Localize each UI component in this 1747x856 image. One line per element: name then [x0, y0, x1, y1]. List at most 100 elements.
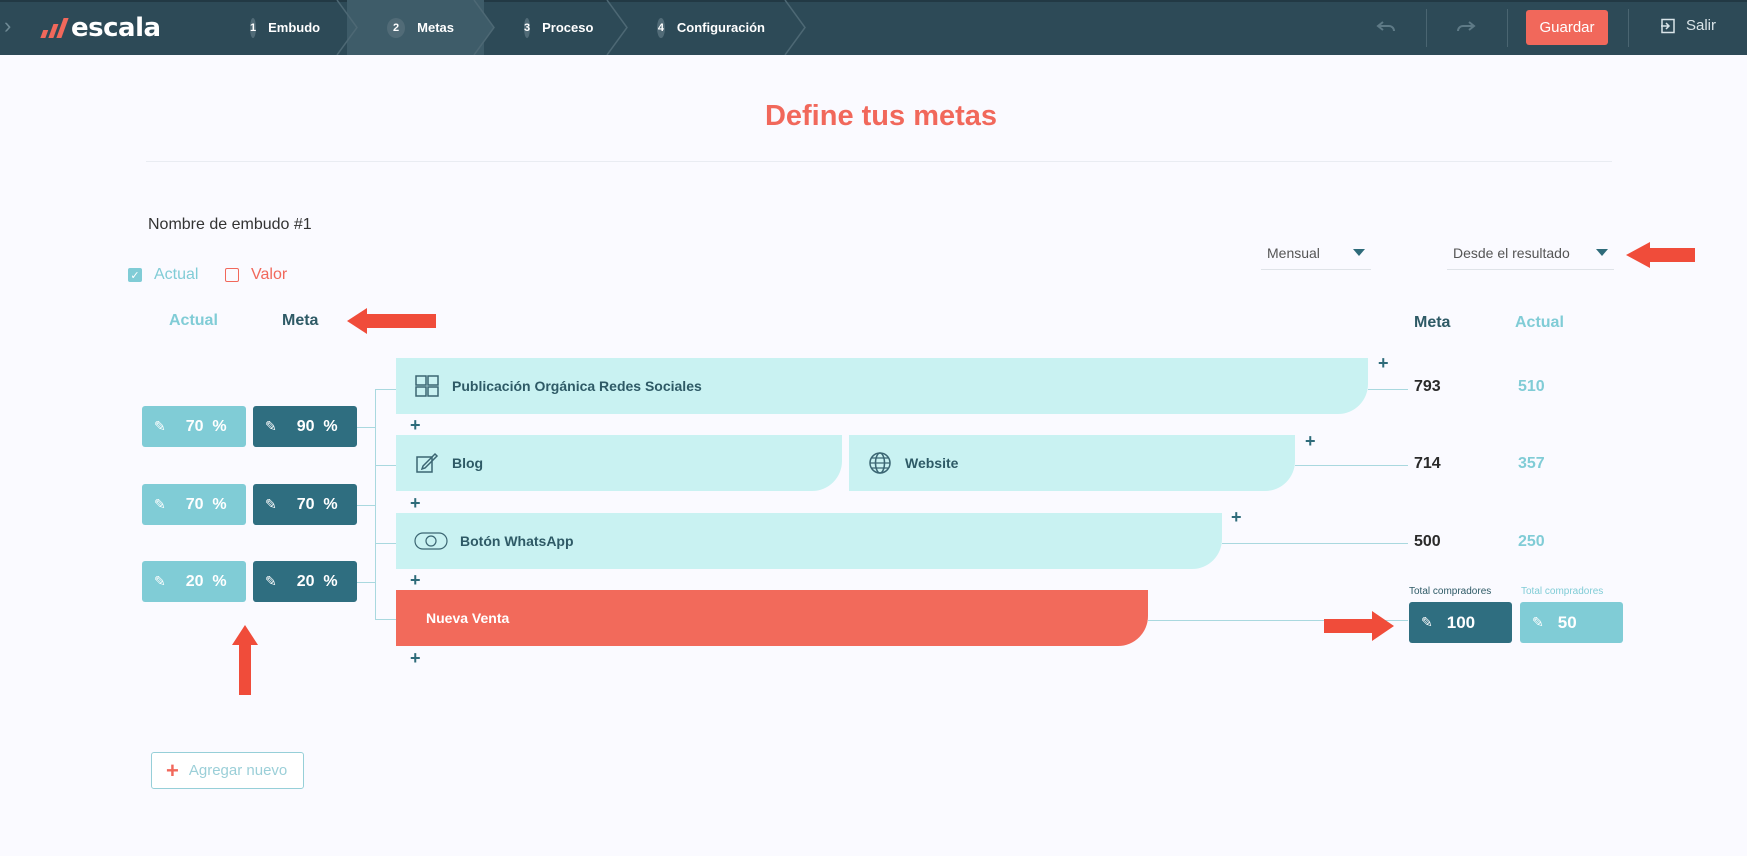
- funnel-name: Nombre de embudo #1: [148, 216, 312, 233]
- mode-select[interactable]: Desde el resultado: [1447, 236, 1614, 270]
- toolbar-divider: [1628, 9, 1629, 47]
- undo-icon[interactable]: [1374, 14, 1398, 44]
- step-separator-icon: [784, 0, 806, 55]
- actual-checkbox[interactable]: ✓ Actual: [128, 266, 198, 284]
- checkbox-label: Valor: [251, 266, 288, 283]
- add-new-button[interactable]: + Agregar nuevo: [151, 752, 304, 789]
- rate-value: 20: [185, 572, 204, 590]
- total-actual-chip[interactable]: ✎ 50: [1520, 602, 1623, 643]
- redo-icon[interactable]: [1454, 14, 1478, 44]
- rate-unit: %: [323, 572, 338, 590]
- add-stage-plus-icon[interactable]: +: [1378, 354, 1389, 372]
- add-stage-plus-icon[interactable]: +: [410, 416, 421, 434]
- rate-value: 70: [296, 495, 315, 513]
- stage-actual-value: 357: [1518, 455, 1545, 472]
- stage-label: Botón WhatsApp: [460, 533, 574, 549]
- rate-value: 90: [296, 417, 315, 435]
- stage-meta-value: 714: [1414, 455, 1441, 472]
- funnel-connector: [357, 505, 375, 506]
- stage-bar[interactable]: Website: [849, 435, 1295, 491]
- right-meta-header: Meta: [1414, 314, 1451, 331]
- checkbox-checked-icon: ✓: [128, 268, 142, 282]
- annotation-arrow-up: [232, 625, 258, 695]
- rate-value: 70: [185, 417, 204, 435]
- stage-bar[interactable]: Blog: [396, 435, 842, 491]
- logo-bars-icon: [40, 18, 69, 38]
- chevron-down-icon: [1596, 249, 1608, 256]
- exit-button[interactable]: Salir: [1660, 17, 1716, 34]
- valor-checkbox[interactable]: Valor: [225, 266, 287, 284]
- rate-unit: %: [212, 417, 227, 435]
- stage-bar[interactable]: Publicación Orgánica Redes Sociales: [396, 358, 1368, 414]
- back-chevron-icon[interactable]: ›: [4, 14, 11, 38]
- step-label: Embudo: [268, 20, 321, 35]
- value-connector: [1368, 389, 1408, 390]
- pencil-icon: ✎: [265, 418, 277, 434]
- logo: escala: [40, 8, 161, 48]
- stage-meta-value: 793: [1414, 378, 1441, 395]
- stage-label: Nueva Venta: [426, 610, 510, 626]
- total-meta-chip[interactable]: ✎ 100: [1409, 602, 1512, 643]
- rate-actual-chip[interactable]: ✎ 70 %: [142, 484, 246, 525]
- rate-meta-chip[interactable]: ✎ 70 %: [253, 484, 357, 525]
- stage-meta-value: 500: [1414, 533, 1441, 550]
- rate-unit: %: [323, 495, 338, 513]
- stage-actual-value: 250: [1518, 533, 1545, 550]
- globe-icon: [867, 450, 893, 476]
- divider: [146, 161, 1612, 162]
- add-stage-plus-icon[interactable]: +: [410, 571, 421, 589]
- add-stage-plus-icon[interactable]: +: [1305, 432, 1316, 450]
- chevron-down-icon: [1353, 249, 1365, 256]
- annotation-arrow-left: [1626, 242, 1695, 268]
- page-title: Define tus metas: [764, 100, 998, 132]
- rate-actual-chip[interactable]: ✎ 20 %: [142, 561, 246, 602]
- value-connector: [1295, 465, 1408, 466]
- step-separator-icon: [472, 0, 495, 55]
- add-stage-plus-icon[interactable]: +: [1231, 508, 1242, 526]
- value-connector: [1222, 543, 1408, 544]
- step-separator-icon: [606, 0, 628, 55]
- funnel-connector: [357, 427, 375, 428]
- period-select-value: Mensual: [1267, 244, 1320, 261]
- logout-icon: [1661, 18, 1675, 33]
- step-label: Proceso: [542, 20, 594, 35]
- save-button[interactable]: Guardar: [1526, 10, 1608, 45]
- rate-value: 70: [185, 495, 204, 513]
- stage-label: Publicación Orgánica Redes Sociales: [452, 378, 702, 394]
- logo-text: escala: [71, 13, 161, 43]
- step-number: 3: [524, 17, 531, 38]
- add-stage-plus-icon[interactable]: +: [410, 649, 421, 667]
- step-proceso[interactable]: 3 Proceso: [484, 0, 628, 55]
- add-stage-plus-icon[interactable]: +: [410, 494, 421, 512]
- stage-actual-value: 510: [1518, 378, 1545, 395]
- funnel-connector: [375, 465, 397, 466]
- annotation-arrow-left: [347, 308, 436, 334]
- stepper: 1 Embudo 2 Metas 3 Proceso 4 Configuraci…: [210, 0, 806, 55]
- left-actual-header: Actual: [169, 312, 218, 329]
- period-select[interactable]: Mensual: [1261, 236, 1371, 270]
- rate-meta-chip[interactable]: ✎ 90 %: [253, 406, 357, 447]
- rate-unit: %: [212, 495, 227, 513]
- stage-bar[interactable]: Botón WhatsApp: [396, 513, 1222, 569]
- rate-unit: %: [323, 417, 338, 435]
- total-meta-label: Total compradores: [1409, 586, 1492, 597]
- toolbar-divider: [1426, 9, 1427, 47]
- stage-bar-final[interactable]: Nueva Venta: [396, 590, 1148, 646]
- step-embudo[interactable]: 1 Embudo: [210, 0, 358, 55]
- rate-actual-chip[interactable]: ✎ 70 %: [142, 406, 246, 447]
- right-actual-header: Actual: [1515, 314, 1564, 331]
- checkbox-unchecked-icon: [225, 268, 239, 282]
- step-configuracion[interactable]: 4 Configuración: [617, 0, 806, 55]
- rate-value: 20: [296, 572, 315, 590]
- whatsapp-icon: [414, 528, 448, 554]
- stage-label: Blog: [452, 455, 484, 471]
- pencil-icon: ✎: [1421, 614, 1433, 630]
- rate-unit: %: [212, 572, 227, 590]
- rate-meta-chip[interactable]: ✎ 20 %: [253, 561, 357, 602]
- exit-label: Salir: [1686, 17, 1717, 34]
- step-metas[interactable]: 2 Metas: [347, 0, 495, 55]
- checkbox-label: Actual: [154, 266, 199, 283]
- total-meta-value: 100: [1446, 612, 1476, 632]
- social-media-icon: [414, 373, 440, 399]
- pencil-icon: ✎: [265, 573, 277, 589]
